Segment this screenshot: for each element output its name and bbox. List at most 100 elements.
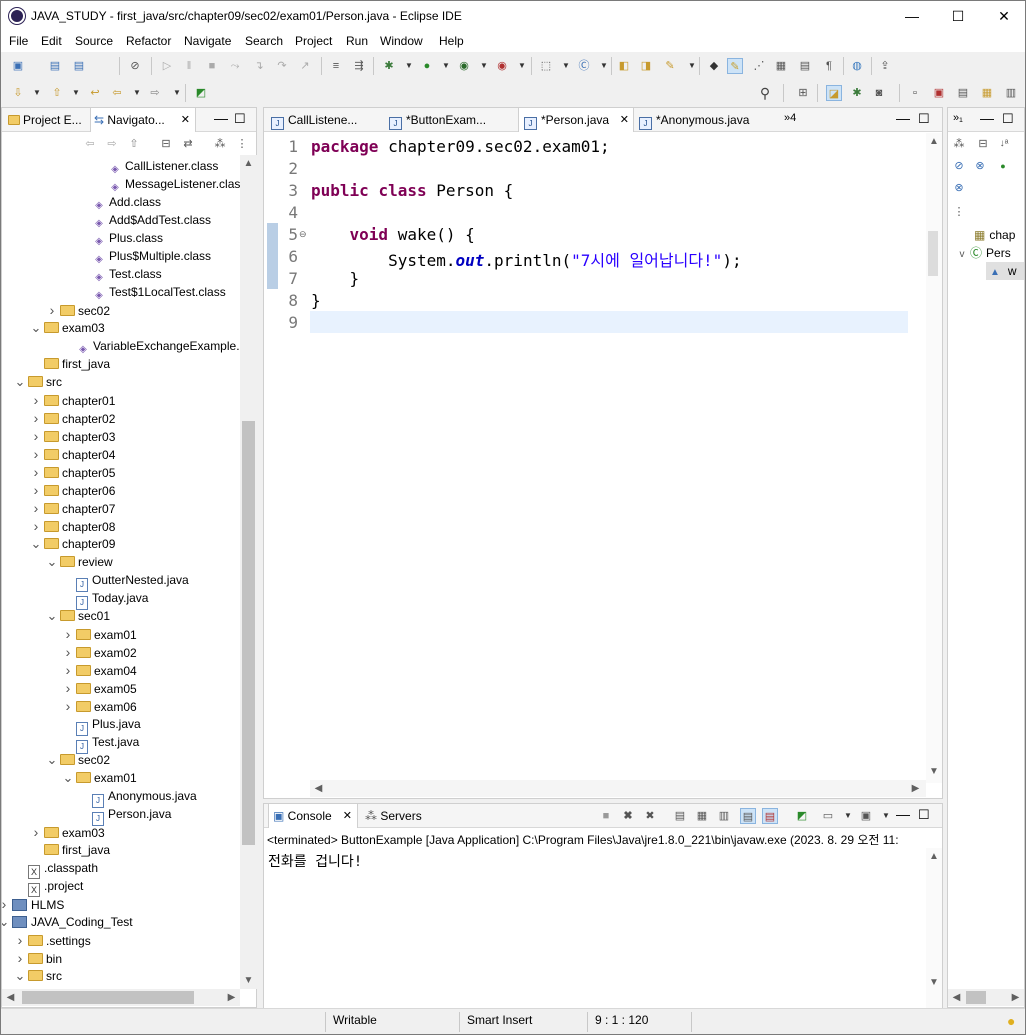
tree-item[interactable]: ⌄ review	[46, 553, 113, 571]
drop-to-frame-icon[interactable]: ≡	[328, 58, 344, 74]
tree-item[interactable]: J Anonymous.java	[78, 787, 197, 808]
console-output-area[interactable]: 전화를 겁니다!	[264, 848, 926, 1008]
chevron-down-icon[interactable]: ⌄	[46, 751, 58, 769]
menu-project[interactable]: Project	[295, 34, 332, 48]
tree-item[interactable]: ⌄ sec01	[46, 607, 110, 625]
save-icon[interactable]: ▤	[47, 58, 63, 74]
debug-icon[interactable]: ✱	[381, 58, 397, 74]
next-annotation-icon[interactable]: ⇩	[10, 85, 26, 101]
scroll-down-icon[interactable]: ▼	[926, 763, 942, 780]
up-icon[interactable]: ⇧	[126, 136, 142, 152]
open-type-icon[interactable]: ◧	[616, 58, 632, 74]
tab-calllistener[interactable]: J CallListene...	[268, 108, 386, 132]
toggle-mark-occurrences-icon[interactable]: ◆	[706, 58, 722, 74]
chevron-right-icon[interactable]: ›	[30, 391, 42, 409]
tree-item[interactable]: J OutterNested.java	[62, 571, 189, 592]
minimize-view-icon[interactable]: —	[896, 110, 910, 126]
disconnect-icon[interactable]: ⤳	[227, 58, 243, 74]
outline-horizontal-scrollbar[interactable]: ◀ ▶	[948, 989, 1024, 1006]
minimize-view-icon[interactable]: —	[214, 110, 228, 126]
scroll-thumb[interactable]	[22, 991, 194, 1004]
step-over-icon[interactable]: ↷	[274, 58, 290, 74]
menu-source[interactable]: Source	[75, 34, 113, 48]
tree-item[interactable]: ◈ Test$1LocalTest.class	[78, 283, 226, 301]
tree-item[interactable]: › bin	[14, 949, 62, 967]
chevron-right-icon[interactable]: ›	[14, 931, 26, 949]
tree-item[interactable]: ◈ Plus.class	[78, 229, 163, 247]
tree-item[interactable]: › chapter08	[30, 517, 116, 535]
chevron-down-icon[interactable]: ▼	[29, 85, 45, 101]
scroll-thumb[interactable]	[928, 231, 938, 276]
chevron-right-icon[interactable]: ›	[30, 463, 42, 481]
task-list-icon[interactable]: ▣	[931, 85, 947, 101]
chevron-down-icon[interactable]: ⌄	[62, 769, 74, 787]
chevron-right-icon[interactable]: ›	[46, 301, 58, 319]
tree-item[interactable]: ◈ Test.class	[78, 265, 162, 283]
tree-item[interactable]: › HLMS	[2, 895, 64, 913]
remove-all-launches-icon[interactable]: ✖	[642, 808, 658, 824]
tree-item[interactable]: ⌄ src	[14, 967, 62, 985]
resume-icon[interactable]: ▷	[159, 58, 175, 74]
scroll-left-icon[interactable]: ◀	[948, 989, 965, 1006]
hide-fields-icon[interactable]: ⊘	[951, 158, 967, 174]
fold-icon[interactable]: ⊖	[299, 229, 307, 240]
minimize-view-icon[interactable]: —	[896, 806, 910, 822]
chevron-right-icon[interactable]: ›	[30, 409, 42, 427]
tree-item[interactable]: ⌄ src	[14, 373, 62, 391]
console-view-icon[interactable]: ▥	[1003, 85, 1019, 101]
java-ee-perspective-icon[interactable]: ◙	[871, 85, 887, 101]
chevron-down-icon[interactable]: ⌄	[30, 535, 42, 553]
scroll-lock-icon[interactable]: ▦	[694, 808, 710, 824]
chevron-down-icon[interactable]: ▼	[169, 85, 185, 101]
scroll-up-icon[interactable]: ▲	[926, 848, 942, 865]
tree-item[interactable]: › chapter05	[30, 463, 116, 481]
menu-refactor[interactable]: Refactor	[126, 34, 171, 48]
tree-item[interactable]: ◈ VariableExchangeExample.c	[62, 337, 240, 355]
chevron-down-icon[interactable]: ▼	[840, 808, 856, 824]
close-icon[interactable]: ✕	[343, 804, 352, 828]
tree-item[interactable]: ⌄ exam01	[62, 769, 137, 787]
tree-item[interactable]: › chapter07	[30, 499, 116, 517]
tree-item[interactable]: › chapter04	[30, 445, 116, 463]
toggle-breadcrumb-icon[interactable]: ⋰	[751, 58, 767, 74]
tree-item[interactable]: › exam03	[30, 823, 105, 841]
tree-item[interactable]: ◈ Add.class	[78, 193, 161, 211]
chevron-down-icon[interactable]: ▼	[476, 58, 492, 74]
hide-static-icon[interactable]: ⊗	[972, 158, 988, 174]
menu-run[interactable]: Run	[346, 34, 368, 48]
tree-item[interactable]: J Plus.java	[62, 715, 141, 736]
new-class-icon[interactable]: Ⓒ	[576, 58, 592, 74]
globe-icon[interactable]: ◍	[849, 58, 865, 74]
tab-console[interactable]: ▣ Console ✕	[268, 804, 358, 828]
tree-item[interactable]: › exam05	[62, 679, 137, 697]
explorer-horizontal-scrollbar[interactable]: ◀ ▶	[2, 989, 240, 1006]
tab-person[interactable]: J *Person.java ✕	[518, 108, 634, 132]
chevron-right-icon[interactable]: ›	[30, 823, 42, 841]
chevron-right-icon[interactable]: ›	[62, 697, 74, 715]
minimize-button[interactable]: —	[889, 1, 935, 31]
forward-icon[interactable]: ⇨	[147, 85, 163, 101]
chevron-right-icon[interactable]: ›	[30, 517, 42, 535]
scroll-down-icon[interactable]: ▼	[926, 974, 942, 991]
tree-item[interactable]: › .settings	[14, 931, 91, 949]
use-step-filters-icon[interactable]: ⇶	[351, 58, 367, 74]
scroll-right-icon[interactable]: ▶	[223, 989, 240, 1006]
external-tools-icon[interactable]: ◉	[494, 58, 510, 74]
coverage-icon[interactable]: ◉	[456, 58, 472, 74]
chevron-down-icon[interactable]: v	[956, 246, 968, 264]
display-console-icon[interactable]: ▭	[820, 808, 836, 824]
restore-icon[interactable]: ▫	[907, 85, 923, 101]
debug-perspective-icon[interactable]: ✱	[849, 85, 865, 101]
tree-item[interactable]: › exam02	[62, 643, 137, 661]
tree-item[interactable]: › chapter01	[30, 391, 116, 409]
close-icon[interactable]: ✕	[620, 108, 629, 132]
outline-item-package[interactable]: ▦ chap	[974, 226, 1015, 244]
search-icon[interactable]: ⚲	[757, 85, 773, 101]
tree-item[interactable]: › exam04	[62, 661, 137, 679]
tree-item[interactable]: ◈ MessageListener.class	[94, 175, 240, 193]
chevron-down-icon[interactable]: ▼	[438, 58, 454, 74]
collapse-all-icon[interactable]: ⊟	[158, 136, 174, 152]
new-java-project-icon[interactable]: ⬚	[538, 58, 554, 74]
pin-console-icon[interactable]: ◩	[794, 808, 810, 824]
tree-item[interactable]: ◈ CallListener.class	[94, 157, 218, 175]
